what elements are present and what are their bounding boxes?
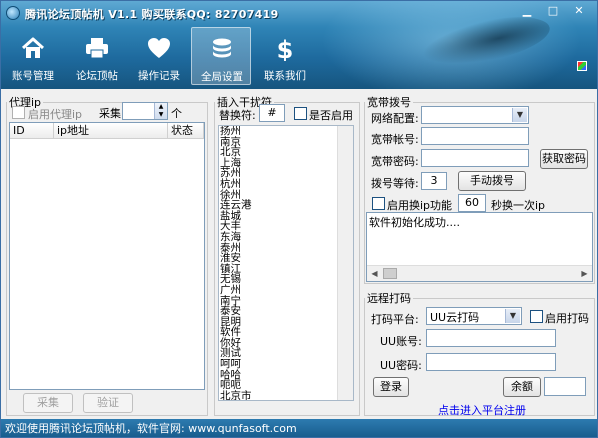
tab-label: 联系我们: [264, 70, 306, 82]
app-window: 腾讯论坛顶帖机 V1.1 购买联系QQ: 82707419 ▁ □ ✕ 账号管理…: [0, 0, 598, 438]
heart-icon: [148, 38, 170, 58]
get-password-button[interactable]: 获取密码: [540, 149, 588, 169]
broadband-group-legend: 宽带拨号: [367, 96, 411, 109]
collect-count-spinner[interactable]: ▲ ▼: [122, 102, 168, 120]
city-list-item[interactable]: 杭州: [219, 179, 353, 190]
enable-captcha-checkbox[interactable]: [530, 310, 543, 323]
scroll-left-icon[interactable]: ◀: [367, 266, 382, 281]
column-header-status[interactable]: 状态: [168, 123, 204, 139]
tab-label: 账号管理: [12, 70, 54, 82]
broadband-account-input[interactable]: [421, 127, 529, 145]
broadband-password-label: 宽带密码:: [371, 155, 419, 168]
interference-city-list[interactable]: 扬州 南京 北京 上海 苏州 杭州 徐州 连云港 盐城 大丰 东海 泰州 淮安 镇江 无锡 广州 南宁 泰安 昆明软…: [218, 125, 354, 401]
printer-icon: [86, 38, 108, 59]
city-items: 扬州 南京 北京 上海 苏州 杭州 徐州 连云港 盐城 大丰 东海 泰州 淮安 镇江 无锡 广州 南宁 泰安 昆明软…: [219, 126, 353, 400]
ip-switch-interval-input[interactable]: 60: [458, 194, 486, 212]
dollar-icon: $: [277, 36, 294, 61]
tab-operation-log[interactable]: 操作记录: [129, 27, 189, 85]
collect-count-label: 采集: [99, 107, 121, 120]
enable-proxy-checkbox[interactable]: [12, 106, 25, 119]
balance-button[interactable]: 余额: [503, 377, 541, 397]
city-list-scrollbar[interactable]: [337, 126, 353, 400]
broadband-account-label: 宽带帐号:: [371, 133, 419, 146]
coins-icon: [213, 38, 231, 58]
home-icon: [21, 37, 45, 58]
tab-account-management[interactable]: 账号管理: [3, 27, 63, 85]
ip-switch-suffix-label: 秒换一次ip: [491, 199, 546, 212]
app-logo-icon: [6, 6, 20, 20]
tab-global-settings[interactable]: 全局设置: [191, 27, 251, 85]
enable-captcha-label: 启用打码: [545, 312, 589, 325]
tab-contact-us[interactable]: $ 联系我们: [255, 27, 315, 85]
proxy-ip-table[interactable]: ID ip地址 状态: [9, 122, 205, 390]
uu-password-label: UU密码:: [380, 359, 422, 372]
tab-label: 全局设置: [201, 71, 243, 83]
chevron-down-icon: ▼: [512, 108, 527, 122]
title-bar: 腾讯论坛顶帖机 V1.1 购买联系QQ: 82707419 ▁ □ ✕: [1, 1, 597, 25]
tab-label: 论坛顶帖: [76, 70, 118, 82]
log-textarea[interactable]: 软件初始化成功.... ◀ ▶: [366, 212, 593, 282]
close-button[interactable]: ✕: [570, 4, 588, 19]
skin-palette-icon[interactable]: [577, 61, 587, 71]
balance-display: [544, 377, 586, 396]
verify-button[interactable]: 验证: [83, 393, 133, 413]
platform-select[interactable]: UU云打码 ▼: [426, 307, 522, 325]
window-title: 腾讯论坛顶帖机 V1.1 购买联系QQ: 82707419: [25, 8, 279, 21]
tab-forum-bump[interactable]: 论坛顶帖: [67, 27, 127, 85]
login-button[interactable]: 登录: [373, 377, 409, 397]
captcha-group-legend: 远程打码: [367, 292, 411, 305]
scroll-right-icon[interactable]: ▶: [577, 266, 592, 281]
enable-ip-switch-label: 启用换ip功能: [387, 199, 453, 212]
enable-interference-checkbox[interactable]: [294, 107, 307, 120]
main-toolbar: 账号管理 论坛顶帖 操作记录 全局设置 $ 联系我们: [1, 27, 321, 87]
platform-selected-value: UU云打码: [430, 311, 480, 324]
minimize-button[interactable]: ▁: [518, 4, 536, 19]
replace-char-input[interactable]: #: [259, 104, 285, 122]
dial-wait-label: 拨号等待:: [371, 177, 419, 190]
collect-button[interactable]: 采集: [23, 393, 73, 413]
log-text: 软件初始化成功....: [369, 216, 460, 229]
count-unit-label: 个: [171, 107, 182, 120]
replace-char-label: 替换符:: [219, 109, 256, 122]
register-platform-link[interactable]: 点击进入平台注册: [438, 402, 526, 418]
enable-interference-label: 是否启用: [309, 109, 353, 122]
spinner-arrows-icon[interactable]: ▲ ▼: [154, 103, 167, 119]
network-config-label: 网络配置:: [371, 112, 419, 125]
header-banner: 腾讯论坛顶帖机 V1.1 购买联系QQ: 82707419 ▁ □ ✕ 账号管理…: [1, 1, 597, 89]
broadband-password-input[interactable]: [421, 149, 529, 167]
uu-account-input[interactable]: [426, 329, 556, 347]
uu-password-input[interactable]: [426, 353, 556, 371]
city-list-item[interactable]: 东海: [219, 232, 353, 243]
column-header-id[interactable]: ID: [10, 123, 54, 139]
enable-ip-switch-checkbox[interactable]: [372, 197, 385, 210]
log-horizontal-scrollbar[interactable]: ◀ ▶: [367, 265, 592, 281]
manual-dial-button[interactable]: 手动拨号: [458, 171, 526, 191]
platform-label: 打码平台:: [371, 313, 419, 326]
uu-account-label: UU账号:: [380, 335, 422, 348]
enable-proxy-label: 启用代理ip: [28, 108, 83, 121]
maximize-button[interactable]: □: [544, 4, 562, 19]
network-config-select[interactable]: ▼: [421, 106, 529, 124]
svg-text:$: $: [277, 36, 294, 61]
city-list-item[interactable]: 广州: [219, 285, 353, 296]
dial-wait-input[interactable]: 3: [421, 172, 447, 190]
city-list-item[interactable]: 扬州: [219, 126, 353, 137]
column-header-ip[interactable]: ip地址: [54, 123, 168, 139]
tab-label: 操作记录: [138, 70, 180, 82]
scroll-thumb[interactable]: [383, 268, 397, 279]
status-bar: 欢迎使用腾讯论坛顶帖机，软件官网: www.qunfasoft.com: [1, 419, 597, 437]
chevron-down-icon: ▼: [505, 309, 520, 323]
